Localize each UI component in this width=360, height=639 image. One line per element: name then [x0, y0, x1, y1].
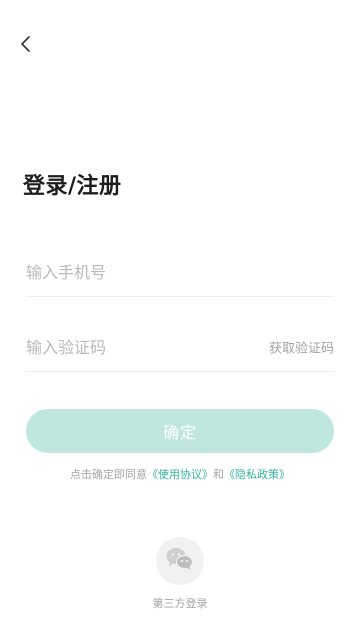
agreement-text: 点击确定即同意《使用协议》和《隐私政策》 [0, 466, 360, 482]
third-party-login-label: 第三方登录 [152, 597, 208, 610]
privacy-link[interactable]: 《隐私政策》 [224, 468, 290, 481]
page-title: 登录/注册 [23, 174, 122, 199]
wechat-icon [165, 546, 195, 576]
back-button[interactable] [12, 32, 40, 60]
phone-field [26, 248, 334, 297]
phone-input[interactable] [26, 262, 334, 282]
wechat-login-button[interactable] [156, 537, 204, 585]
terms-link[interactable]: 《使用协议》 [147, 468, 213, 481]
agreement-prefix: 点击确定即同意 [70, 468, 147, 481]
get-code-button[interactable]: 获取验证码 [269, 338, 334, 357]
code-field: 获取验证码 [26, 323, 334, 372]
confirm-button[interactable]: 确定 [26, 409, 334, 453]
agreement-joiner: 和 [213, 468, 224, 481]
chevron-left-icon [19, 35, 33, 57]
